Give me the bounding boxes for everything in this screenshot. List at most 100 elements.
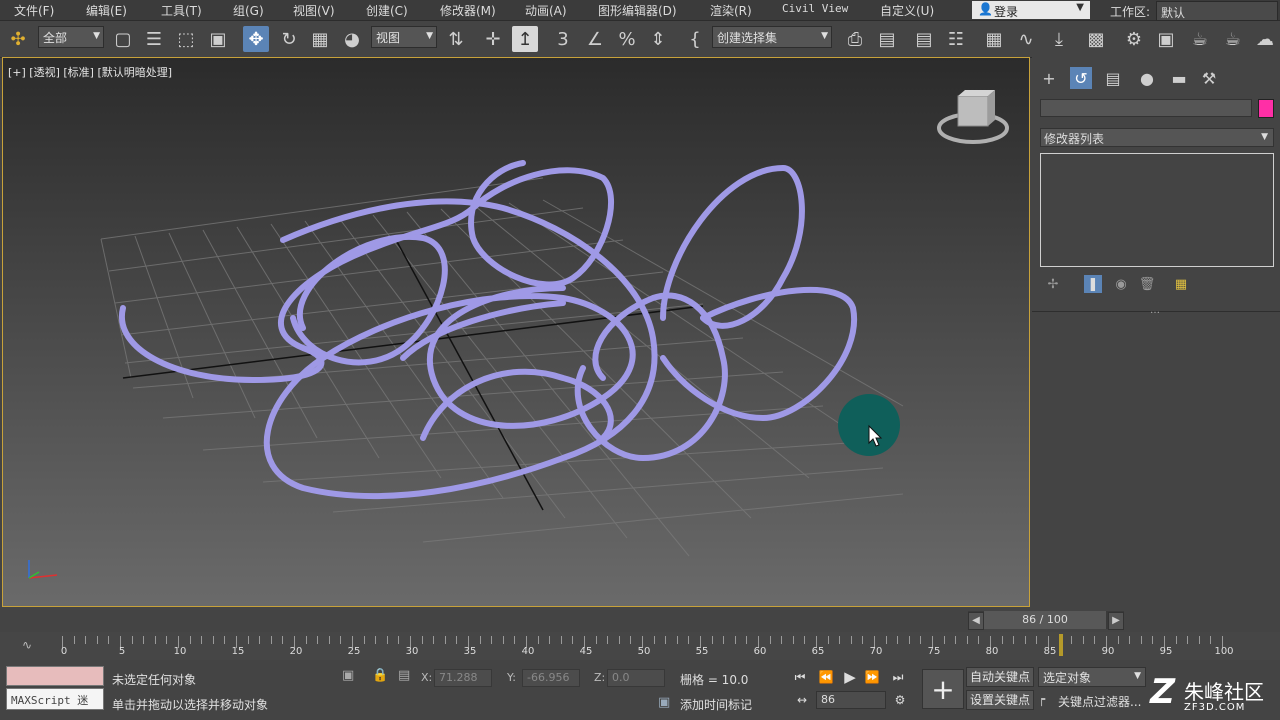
isolate-selection-icon[interactable]: ▣ bbox=[342, 668, 354, 683]
rendered-frame-window-icon[interactable]: ▣ bbox=[1153, 26, 1179, 52]
key-mode-icon[interactable]: ↔ bbox=[792, 691, 812, 709]
menu-customize[interactable]: 自定义(U) bbox=[880, 2, 934, 19]
menu-edit[interactable]: 编辑(E) bbox=[86, 2, 127, 19]
render-production-icon[interactable]: ☕ bbox=[1187, 26, 1213, 52]
material-editor-icon[interactable]: ▩ bbox=[1083, 26, 1109, 52]
time-slider-thumb[interactable]: 86 / 100 bbox=[984, 611, 1106, 629]
current-frame-spinner[interactable]: 86 bbox=[816, 691, 886, 709]
menu-civil-view[interactable]: Civil View bbox=[782, 2, 848, 15]
modify-tab-icon[interactable]: ↺ bbox=[1070, 67, 1092, 89]
select-object-icon[interactable]: ▢ bbox=[110, 26, 136, 52]
lock-selection-icon[interactable]: 🔒 bbox=[372, 668, 388, 683]
select-scale-icon[interactable]: ▦ bbox=[307, 26, 333, 52]
render-online-icon[interactable]: ☁ bbox=[1252, 26, 1278, 52]
select-place-icon[interactable]: ◕ bbox=[339, 26, 365, 52]
link-icon[interactable]: ✣ bbox=[5, 26, 31, 52]
absolute-mode-icon[interactable]: ▤ bbox=[398, 668, 410, 683]
modifier-list-dropdown[interactable]: 修改器列表 ▼ bbox=[1040, 128, 1274, 147]
object-color-swatch[interactable] bbox=[1258, 99, 1274, 118]
align-icon[interactable]: ▤ bbox=[874, 26, 900, 52]
select-move-icon[interactable]: ✥ bbox=[243, 26, 269, 52]
auto-key-button[interactable]: 自动关键点 bbox=[966, 667, 1034, 687]
z-coordinate-field[interactable]: 0.0 bbox=[607, 669, 665, 687]
track-bar[interactable]: ∿ 0 5 10 15 20 25 30 35 40 45 50 55 60 65 70 75 80 85 90 95… bbox=[0, 632, 1280, 660]
time-config-icon[interactable]: ⚙ bbox=[890, 691, 910, 709]
motion-tab-icon[interactable]: ● bbox=[1136, 67, 1158, 89]
scene-explorer-icon[interactable]: ▤ bbox=[911, 26, 937, 52]
goto-end-icon[interactable]: ⏭ bbox=[888, 668, 908, 686]
menu-rendering[interactable]: 渲染(R) bbox=[710, 2, 752, 19]
prev-frame-arrow-icon[interactable]: ◀ bbox=[968, 612, 984, 630]
menu-file[interactable]: 文件(F) bbox=[14, 2, 54, 19]
rect-selection-icon[interactable]: ⬚ bbox=[173, 26, 199, 52]
select-rotate-icon[interactable]: ↻ bbox=[276, 26, 302, 52]
spinner-snap-icon[interactable]: ⇕ bbox=[645, 26, 671, 52]
goto-start-icon[interactable]: ⏮ bbox=[790, 668, 810, 686]
menu-views[interactable]: 视图(V) bbox=[293, 2, 335, 19]
hierarchy-tab-icon[interactable]: ▤ bbox=[1102, 67, 1124, 89]
timeline-ruler[interactable]: 0 5 10 15 20 25 30 35 40 45 50 55 60 65 70 75 80 85 90 95 10… bbox=[61, 632, 1240, 660]
mirror-icon[interactable]: ⎙ bbox=[842, 26, 868, 52]
remove-modifier-icon[interactable]: 🗑 bbox=[1138, 275, 1156, 293]
curve-editor-icon[interactable]: ∿ bbox=[1013, 26, 1039, 52]
set-key-button[interactable]: 设置关键点 bbox=[966, 690, 1034, 710]
key-set-dropdown[interactable]: 选定对象 ▼ bbox=[1038, 667, 1146, 687]
spline-tangle[interactable] bbox=[118, 160, 858, 500]
edit-named-sets-icon[interactable]: { bbox=[682, 26, 708, 52]
make-unique-icon[interactable]: ◉ bbox=[1112, 275, 1130, 293]
reference-coord-dropdown[interactable]: 视图 ▼ bbox=[371, 26, 437, 48]
select-by-name-icon[interactable]: ☰ bbox=[141, 26, 167, 52]
timeline-tick bbox=[1117, 636, 1119, 644]
key-filters-button[interactable]: ┍ 关键点过滤器... bbox=[1038, 691, 1144, 709]
perspective-viewport[interactable]: [+] [透视] [标准] [默认明暗处理] bbox=[2, 57, 1030, 607]
named-selection-sets-dropdown[interactable]: 创建选择集 ▼ bbox=[712, 26, 832, 48]
previous-frame-icon[interactable]: ⏪ bbox=[816, 668, 836, 686]
menu-group[interactable]: 组(G) bbox=[233, 2, 264, 19]
menu-create[interactable]: 创建(C) bbox=[366, 2, 408, 19]
create-tab-icon[interactable]: + bbox=[1038, 67, 1060, 89]
menu-modifiers[interactable]: 修改器(M) bbox=[440, 2, 496, 19]
login-dropdown[interactable]: 👤 登录 ▼ bbox=[972, 1, 1090, 19]
show-end-result-icon[interactable]: ❚ bbox=[1084, 275, 1102, 293]
object-name-field[interactable] bbox=[1040, 99, 1252, 117]
keyboard-shortcut-icon[interactable]: ↥ bbox=[512, 26, 538, 52]
percent-snap-icon[interactable]: % bbox=[614, 26, 640, 52]
menu-tools[interactable]: 工具(T) bbox=[161, 2, 202, 19]
y-coordinate-field[interactable]: -66.956 bbox=[522, 669, 580, 687]
selection-filter-dropdown[interactable]: 全部 ▼ bbox=[38, 26, 104, 48]
timeline-tick bbox=[769, 636, 771, 644]
pin-stack-icon[interactable]: ✢ bbox=[1044, 275, 1062, 293]
curve-editor-mini-icon[interactable]: ∿ bbox=[22, 638, 32, 652]
select-manipulate-icon[interactable]: ✛ bbox=[480, 26, 506, 52]
render-iterative-icon[interactable]: ☕ bbox=[1220, 26, 1246, 52]
menu-animation[interactable]: 动画(A) bbox=[525, 2, 567, 19]
snaps-toggle-icon[interactable]: 3 bbox=[550, 26, 576, 52]
workspace-select[interactable]: 默认 bbox=[1156, 1, 1278, 21]
configure-sets-icon[interactable]: ▦ bbox=[1172, 275, 1190, 293]
window-crossing-icon[interactable]: ▣ bbox=[205, 26, 231, 52]
ribbon-toggle-icon[interactable]: ▦ bbox=[981, 26, 1007, 52]
layer-explorer-icon[interactable]: ☷ bbox=[943, 26, 969, 52]
play-icon[interactable]: ▶ bbox=[840, 668, 860, 686]
render-setup-icon[interactable]: ⚙ bbox=[1121, 26, 1147, 52]
viewcube[interactable] bbox=[937, 90, 1009, 144]
pivot-center-icon[interactable]: ⇅ bbox=[443, 26, 469, 52]
schematic-view-icon[interactable]: ⤓ bbox=[1046, 26, 1072, 52]
angle-snap-icon[interactable]: ∠ bbox=[582, 26, 608, 52]
set-key-big-icon[interactable]: + bbox=[922, 669, 964, 709]
current-frame-marker[interactable] bbox=[1058, 634, 1063, 656]
menu-graph-editors[interactable]: 图形编辑器(D) bbox=[598, 2, 677, 19]
utilities-tab-icon[interactable]: ⚒ bbox=[1198, 67, 1220, 89]
time-tag-icon[interactable]: ▣ bbox=[658, 695, 670, 710]
next-frame-arrow-icon[interactable]: ▶ bbox=[1108, 612, 1124, 630]
x-coordinate-field[interactable]: 71.288 bbox=[434, 669, 492, 687]
add-time-tag[interactable]: 添加时间标记 bbox=[680, 696, 752, 713]
next-frame-icon[interactable]: ⏩ bbox=[862, 668, 882, 686]
modifier-stack[interactable] bbox=[1040, 153, 1274, 267]
maxscript-listener-mini[interactable] bbox=[6, 666, 104, 686]
axis-tripod-icon bbox=[28, 560, 58, 579]
display-tab-icon[interactable]: ▬ bbox=[1168, 67, 1190, 89]
rollout-handle[interactable]: … bbox=[1150, 305, 1160, 316]
prompt-line: 单击并拖动以选择并移动对象 bbox=[112, 698, 269, 712]
maxscript-input[interactable]: MAXScript 迷 bbox=[6, 688, 104, 710]
